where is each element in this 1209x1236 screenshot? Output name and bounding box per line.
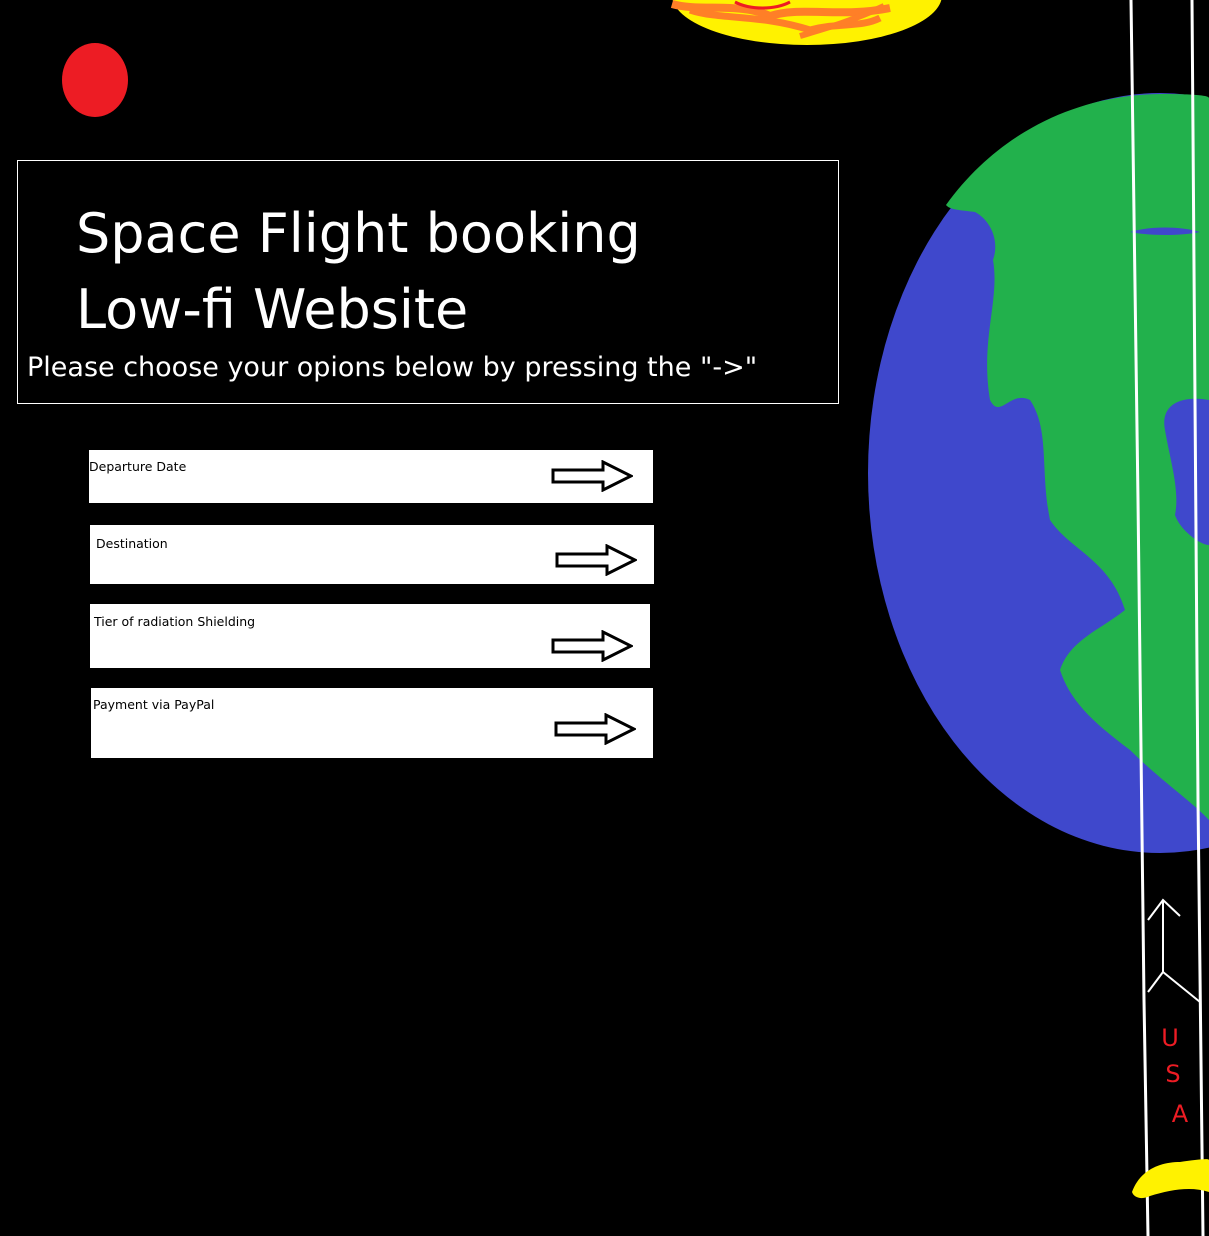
rocket-illustration <box>1147 898 1201 1003</box>
red-dot-icon <box>62 43 128 117</box>
option-payment-paypal[interactable]: Payment via PayPal <box>91 688 653 758</box>
sun-illustration <box>670 0 942 45</box>
header-panel: Space Flight booking Low-fi Website Plea… <box>17 160 839 404</box>
page-subtitle: Low-fi Website <box>76 278 469 341</box>
rocket-letter-a: A <box>1172 1100 1189 1128</box>
instructions-text: Please choose your opions below by press… <box>27 352 758 383</box>
page-title: Space Flight booking <box>76 202 641 265</box>
rocket-flame <box>1132 1159 1209 1199</box>
option-radiation-shielding[interactable]: Tier of radiation Shielding <box>90 604 650 668</box>
option-label: Departure Date <box>89 459 187 474</box>
right-arrow-icon[interactable] <box>551 460 633 492</box>
rocket-letter-s: S <box>1165 1060 1180 1088</box>
earth-illustration <box>868 93 1209 853</box>
rocket-letter-u: U <box>1161 1024 1179 1052</box>
option-label: Destination <box>96 536 168 551</box>
right-arrow-icon[interactable] <box>551 630 633 662</box>
option-label: Payment via PayPal <box>93 697 215 712</box>
divider-scribble <box>90 584 654 602</box>
right-arrow-icon[interactable] <box>555 544 637 576</box>
option-departure-date[interactable]: Departure Date <box>89 450 653 503</box>
option-destination[interactable]: Destination <box>90 525 654 584</box>
option-label: Tier of radiation Shielding <box>94 614 256 629</box>
right-arrow-icon[interactable] <box>554 713 636 745</box>
